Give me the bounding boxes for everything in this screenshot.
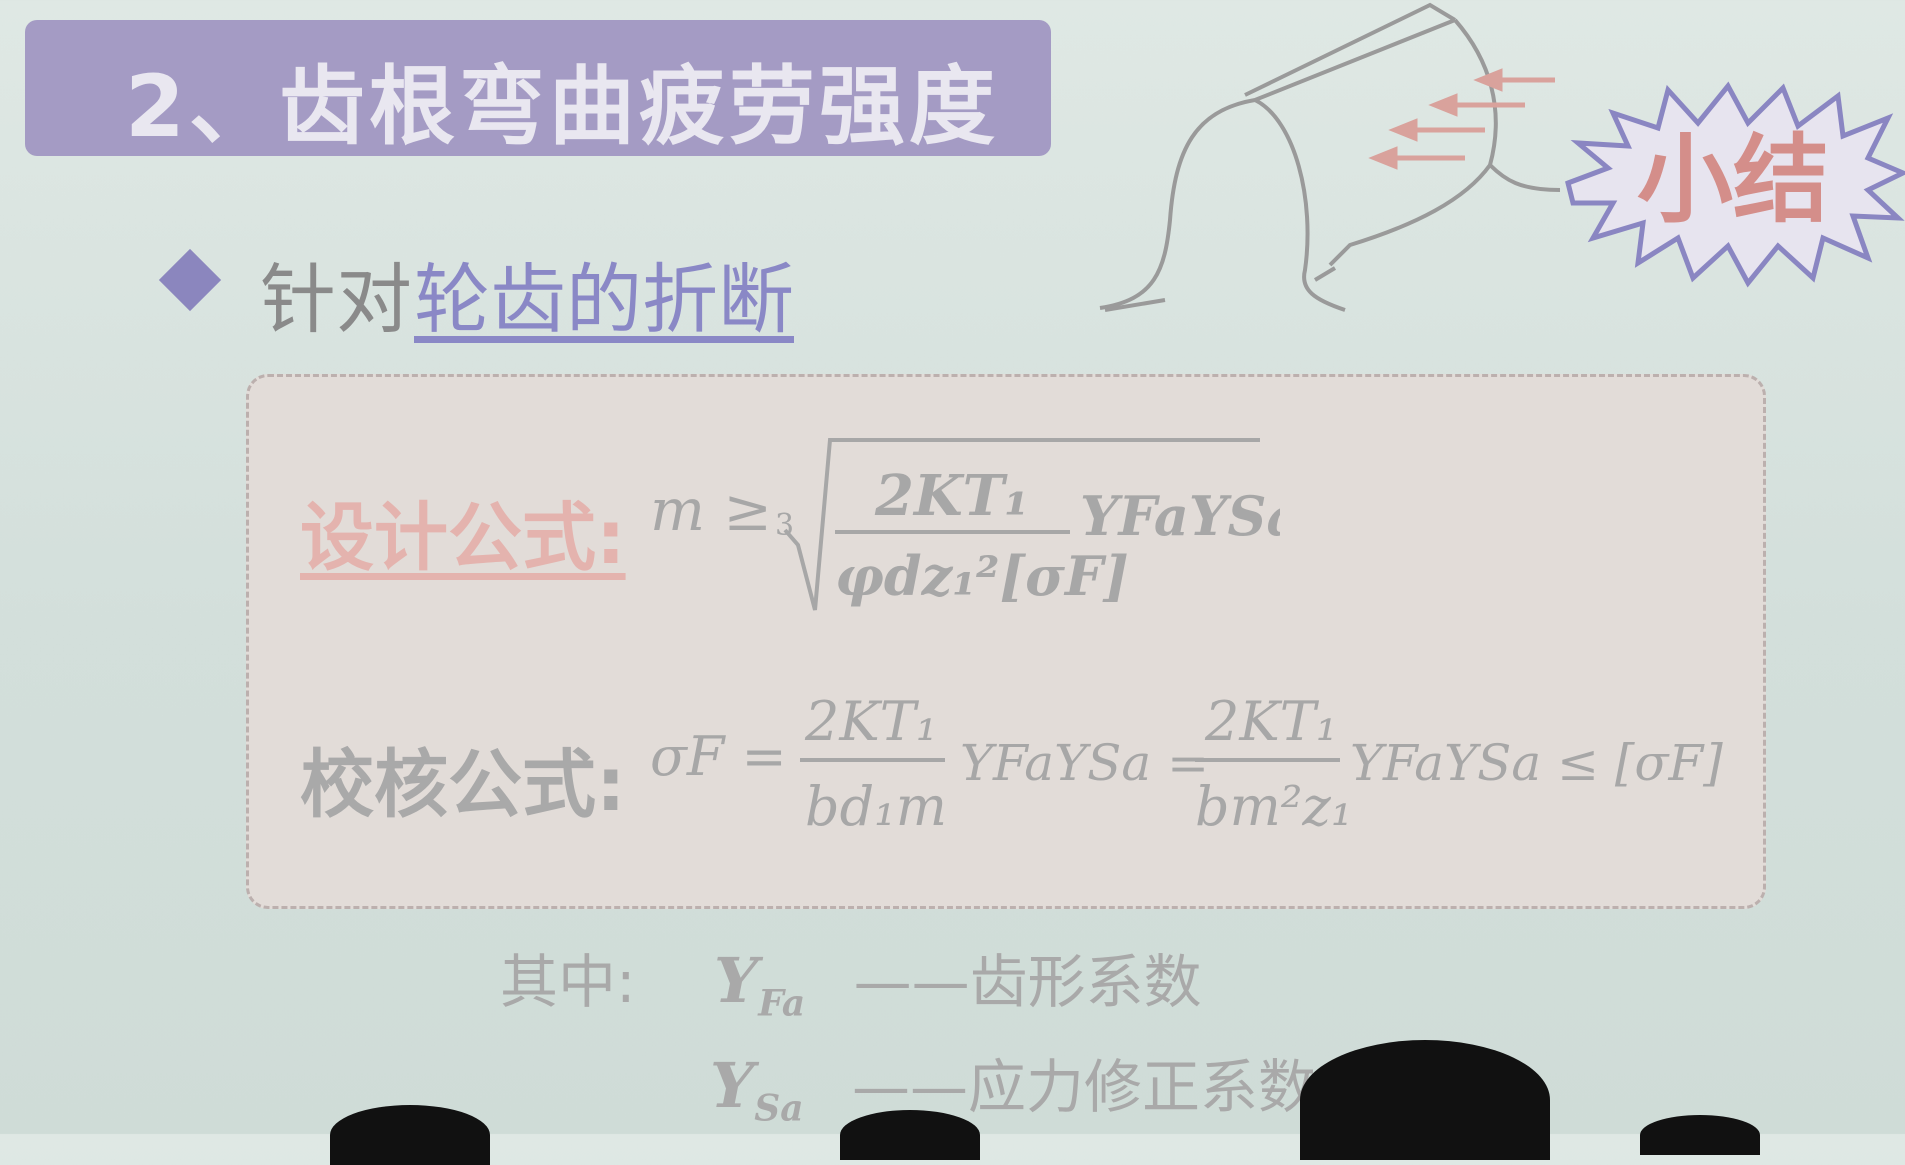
design-denominator: φdz₁²[σF] — [835, 544, 1129, 608]
check-tail: YFaYSa ≤ [σF] — [1350, 734, 1723, 792]
audience-head — [840, 1110, 980, 1160]
check-frac1-num: 2KT₁ — [804, 690, 937, 753]
design-factors: YFaYSa — [1080, 484, 1280, 548]
check-formula: σF = 2KT₁ bd₁m YFaYSa = 2KT₁ bm²z₁ YFaYS… — [650, 690, 1723, 838]
check-formula-label: 校核公式: — [300, 742, 626, 828]
summary-badge-text: 小结 — [1637, 124, 1829, 236]
check-frac2-den: bm²z₁ — [1195, 775, 1353, 838]
bullet-prefix: 针对 — [260, 255, 412, 344]
audience-head — [1300, 1040, 1550, 1160]
bullet-link[interactable]: 轮齿的折断 — [414, 238, 794, 348]
note-prefix: 其中: — [500, 948, 636, 1016]
note-desc-fa: ——齿形系数 — [853, 948, 1202, 1016]
audience-head — [330, 1105, 490, 1165]
note-symbol-fa: YFa — [713, 944, 806, 1025]
note-symbol-sa: YSa — [710, 1049, 804, 1130]
check-mid: YFaYSa = — [960, 734, 1209, 792]
slide-title: 2、齿根弯曲疲劳强度 — [125, 57, 999, 157]
gear-tooth-illustration — [1099, 2, 1561, 312]
check-frac1-den: bd₁m — [805, 775, 947, 838]
note-row-sa: YSa ——应力修正系数 — [710, 1040, 1316, 1129]
design-formula-label[interactable]: 设计公式: — [300, 478, 626, 585]
diamond-bullet-icon — [158, 248, 222, 312]
audience-head — [1640, 1115, 1760, 1155]
design-numerator: 2KT₁ — [874, 463, 1029, 529]
check-frac2-num: 2KT₁ — [1204, 690, 1337, 753]
note-row-fa: 其中: YFa ——齿形系数 — [500, 935, 1202, 1024]
check-lhs: σF = — [650, 725, 787, 788]
design-lhs: m ≥ — [650, 476, 772, 544]
summary-badge-starburst[interactable]: 小结 — [1558, 78, 1905, 288]
design-formula: m ≥ 3 2KT₁ φdz₁²[σF] YFaYSa — [650, 438, 1280, 611]
